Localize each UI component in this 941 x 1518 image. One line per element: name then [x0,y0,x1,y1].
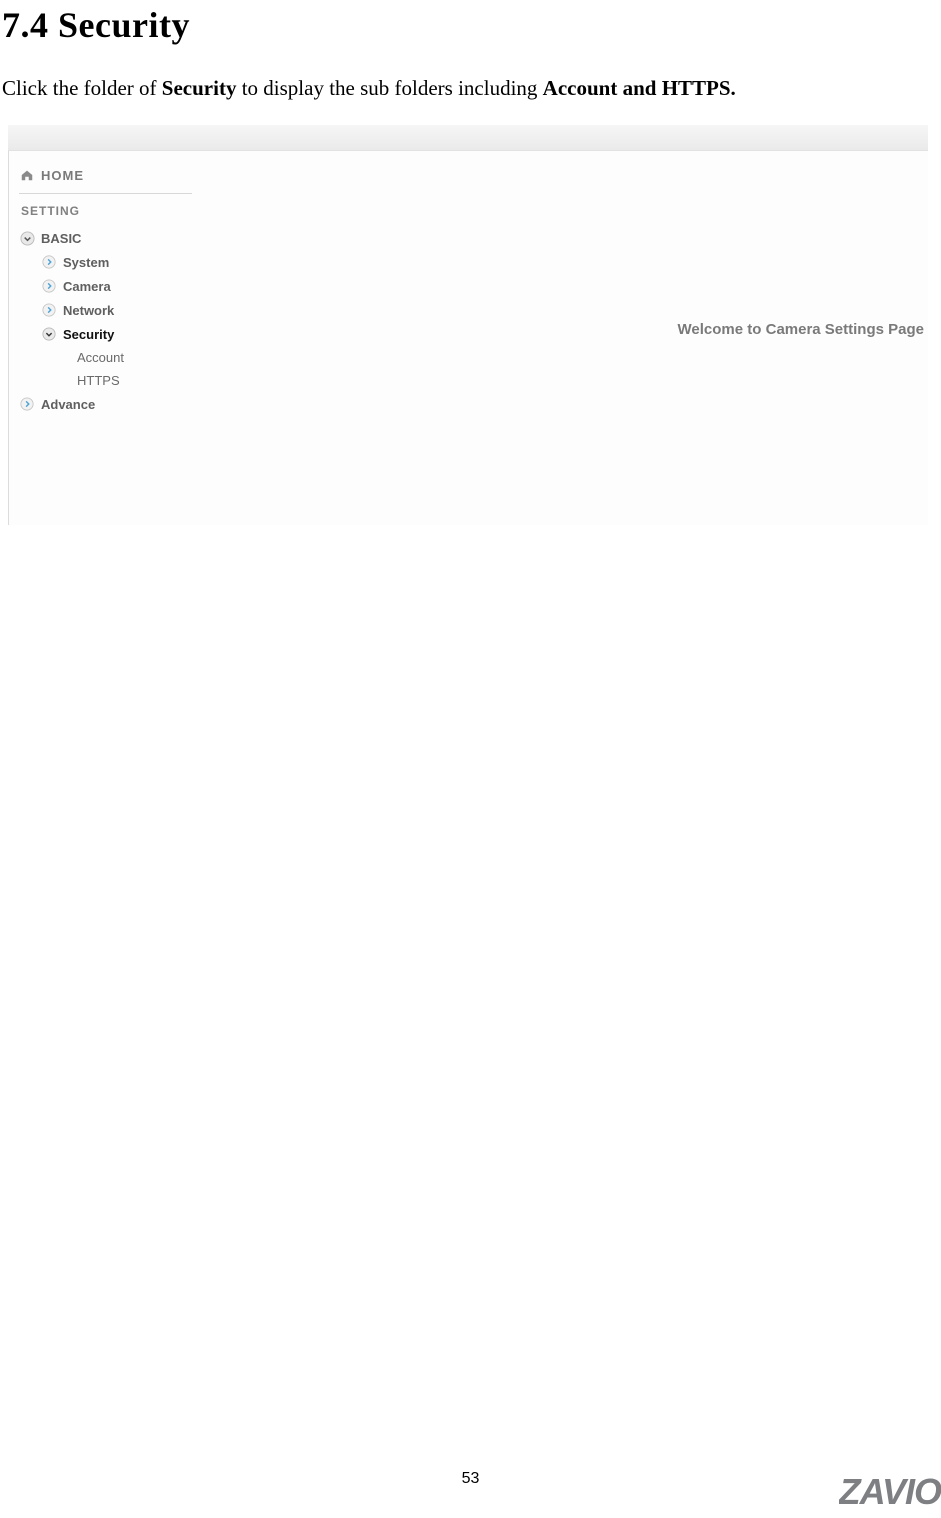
nav-security-label: Security [63,327,114,342]
nav-advance[interactable]: Advance [19,392,192,416]
nav-system[interactable]: System [19,250,192,274]
nav-tree: BASIC System Camera [19,226,192,416]
expand-down-icon [19,230,35,246]
nav-home-label: HOME [41,168,84,183]
home-icon [19,167,35,183]
nav-basic-label: BASIC [41,231,81,246]
intro-text-middle: to display the sub folders including [236,76,542,100]
nav-network[interactable]: Network [19,298,192,322]
section-heading: 7.4 Security [2,4,941,46]
nav-account[interactable]: Account [19,346,192,369]
brand-logo: ZAVIO [839,1472,941,1508]
page-number: 53 [462,1470,480,1488]
expand-right-icon [41,278,57,294]
welcome-text: Welcome to Camera Settings Page [678,321,924,338]
nav-camera-label: Camera [63,279,111,294]
intro-bold-security: Security [162,76,237,100]
nav-camera[interactable]: Camera [19,274,192,298]
intro-text-prefix: Click the folder of [2,76,162,100]
intro-paragraph: Click the folder of Security to display … [2,74,941,103]
nav-https-label: HTTPS [77,373,120,388]
expand-down-icon [41,326,57,342]
nav-advance-label: Advance [41,397,95,412]
nav-network-label: Network [63,303,114,318]
intro-bold-account-https: Account and HTTPS. [543,76,736,100]
nav-https[interactable]: HTTPS [19,369,192,392]
sidebar: HOME SETTING BASIC System [8,151,198,525]
nav-home[interactable]: HOME [19,163,192,194]
nav-system-label: System [63,255,109,270]
nav-account-label: Account [77,350,124,365]
nav-security[interactable]: Security [19,322,192,346]
expand-right-icon [41,254,57,270]
expand-right-icon [19,396,35,412]
nav-setting-header: SETTING [21,204,192,218]
main-panel: Welcome to Camera Settings Page [198,151,928,525]
nav-basic[interactable]: BASIC [19,226,192,250]
expand-right-icon [41,302,57,318]
settings-screenshot: HOME SETTING BASIC System [8,125,928,525]
screenshot-topbar [8,125,928,151]
